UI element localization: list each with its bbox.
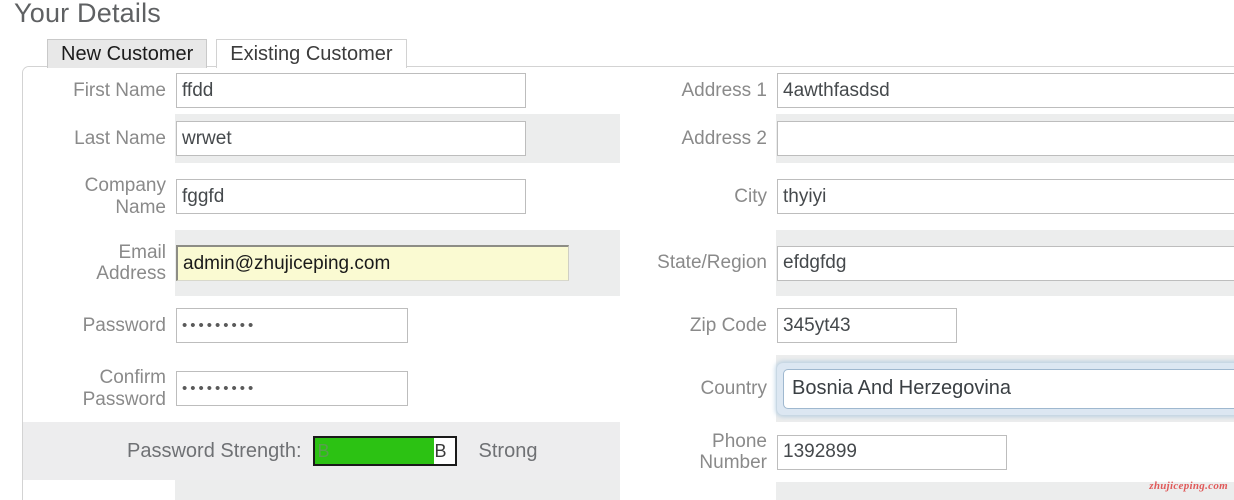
form-columns: First Name Last Name Company Name bbox=[23, 67, 1234, 500]
right-column: Address 1 Address 2 City bbox=[620, 67, 1234, 500]
country-select[interactable]: Bosnia And Herzegovina bbox=[783, 368, 1234, 409]
label-confirm-password: Confirm Password bbox=[23, 355, 175, 422]
confirm-password-input[interactable] bbox=[176, 371, 408, 406]
site-watermark: zhujiceping.com bbox=[1149, 480, 1228, 492]
customer-details-page: Your Details New Customer Existing Custo… bbox=[0, 0, 1234, 500]
field-row-address-2: Address 2 bbox=[620, 114, 1234, 163]
cell-company-name bbox=[175, 163, 620, 230]
password-strength-fill bbox=[314, 438, 434, 464]
email-address-input[interactable] bbox=[176, 245, 569, 281]
cell-phone-number bbox=[776, 422, 1234, 482]
cell-address-1 bbox=[776, 67, 1234, 114]
label-phone-number: Phone Number bbox=[620, 422, 776, 482]
label-right-partial bbox=[620, 482, 776, 500]
cell-zip-code bbox=[776, 296, 1234, 355]
address-1-input[interactable] bbox=[777, 73, 1234, 108]
label-state-region: State/Region bbox=[620, 230, 776, 296]
state-region-input[interactable] bbox=[777, 245, 1234, 281]
label-country: Country bbox=[620, 355, 776, 422]
label-zip-code: Zip Code bbox=[620, 296, 776, 355]
field-row-phone-number: Phone Number bbox=[620, 422, 1234, 482]
label-left-partial bbox=[23, 480, 175, 500]
last-name-input[interactable] bbox=[176, 121, 526, 156]
cell-state-region bbox=[776, 230, 1234, 296]
label-company-name: Company Name bbox=[23, 163, 175, 230]
label-password: Password bbox=[23, 296, 175, 355]
label-address-1: Address 1 bbox=[620, 67, 776, 114]
zip-code-input[interactable] bbox=[777, 308, 957, 343]
label-city: City bbox=[620, 163, 776, 230]
first-name-input[interactable] bbox=[176, 73, 526, 108]
cell-country: Bosnia And Herzegovina bbox=[776, 355, 1234, 422]
label-address-2: Address 2 bbox=[620, 114, 776, 163]
field-row-state-region: State/Region bbox=[620, 230, 1234, 296]
tab-new-customer[interactable]: New Customer bbox=[47, 39, 208, 68]
password-strength-rating: Strong bbox=[478, 439, 538, 462]
field-row-right-partial bbox=[620, 482, 1234, 500]
field-row-confirm-password: Confirm Password bbox=[23, 355, 620, 422]
page-title: Your Details bbox=[14, 0, 161, 28]
label-last-name: Last Name bbox=[23, 114, 175, 163]
cell-left-partial bbox=[175, 480, 620, 500]
password-strength-label: Password Strength: bbox=[127, 439, 302, 462]
label-first-name: First Name bbox=[23, 67, 175, 114]
password-strength-meter: B B bbox=[312, 436, 457, 466]
field-row-last-name: Last Name bbox=[23, 114, 620, 163]
details-panel: First Name Last Name Company Name bbox=[22, 66, 1234, 500]
field-row-email-address: Email Address bbox=[23, 230, 620, 296]
cell-first-name bbox=[175, 67, 620, 114]
field-row-city: City bbox=[620, 163, 1234, 230]
country-select-focus-ring: Bosnia And Herzegovina bbox=[777, 362, 1234, 415]
left-column: First Name Last Name Company Name bbox=[23, 67, 620, 500]
field-row-address-1: Address 1 bbox=[620, 67, 1234, 114]
cell-email-address bbox=[175, 230, 620, 296]
label-email-address: Email Address bbox=[23, 230, 175, 296]
city-input[interactable] bbox=[777, 179, 1234, 214]
field-row-company-name: Company Name bbox=[23, 163, 620, 230]
field-row-first-name: First Name bbox=[23, 67, 620, 114]
field-row-country: Country Bosnia And Herzegovina bbox=[620, 355, 1234, 422]
cell-city bbox=[776, 163, 1234, 230]
password-strength-row: Password Strength: B B Strong bbox=[23, 422, 620, 480]
tab-strip: New Customer Existing Customer bbox=[47, 38, 407, 68]
field-row-zip-code: Zip Code bbox=[620, 296, 1234, 355]
address-2-input[interactable] bbox=[777, 121, 1234, 156]
field-row-password: Password bbox=[23, 296, 620, 355]
company-name-input[interactable] bbox=[176, 179, 526, 214]
phone-number-input[interactable] bbox=[777, 434, 1007, 470]
password-input[interactable] bbox=[176, 308, 408, 343]
cell-address-2 bbox=[776, 114, 1234, 163]
cell-password bbox=[175, 296, 620, 355]
password-strength-meter-left-text: B bbox=[317, 441, 330, 461]
tab-existing-customer[interactable]: Existing Customer bbox=[216, 39, 407, 68]
password-strength-meter-right-text: B bbox=[434, 441, 447, 461]
cell-confirm-password bbox=[175, 355, 620, 422]
field-row-left-partial bbox=[23, 480, 620, 500]
cell-last-name bbox=[175, 114, 620, 163]
